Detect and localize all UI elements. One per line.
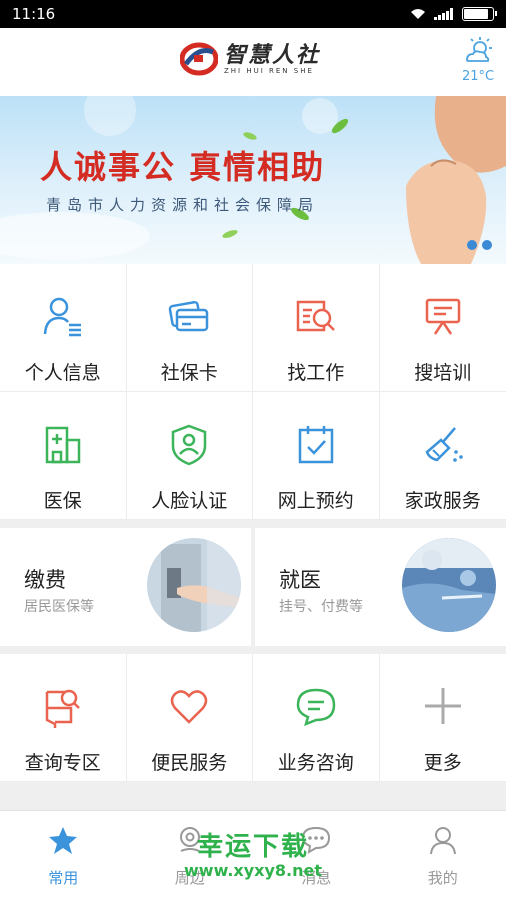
service-medical-insurance[interactable]: 医保 (0, 392, 127, 520)
status-time: 11:16 (12, 5, 56, 23)
bottom-tab-bar: 常用 周边 消息 我的 (0, 810, 506, 900)
service-label: 家政服务 (404, 490, 481, 512)
payment-photo (147, 538, 241, 632)
calendar-check-icon (298, 426, 333, 464)
sun-cloud-icon (466, 37, 492, 62)
tab-common[interactable]: 常用 (0, 811, 127, 900)
service-label: 便民服务 (151, 752, 228, 774)
service-find-job[interactable]: 找工作 (253, 264, 380, 392)
medical-insurance-icon (45, 426, 80, 464)
service-label: 查询专区 (24, 752, 101, 774)
tab-label: 消息 (301, 869, 332, 887)
service-grid-primary: 个人信息 社保卡 找工作 搜培训 医保 人脸认证 网上预约 家政服务 (0, 264, 506, 520)
training-icon (425, 298, 460, 335)
job-search-icon (296, 300, 335, 332)
card-icon (168, 300, 209, 332)
pagination-dot[interactable] (467, 240, 477, 250)
user-icon (429, 827, 456, 855)
service-online-booking[interactable]: 网上预约 (253, 392, 380, 520)
service-housekeeping[interactable]: 家政服务 (379, 392, 506, 520)
service-grid-secondary: 查询专区 便民服务 业务咨询 更多 (0, 654, 506, 782)
card-subtitle: 居民医保等 (24, 599, 94, 615)
card-subtitle: 挂号、付费等 (279, 599, 363, 615)
medical-photo (402, 538, 496, 632)
card-payment[interactable]: 缴费 居民医保等 (0, 528, 251, 646)
chat-icon (296, 688, 336, 727)
star-icon (49, 827, 78, 854)
service-social-card[interactable]: 社保卡 (126, 264, 253, 392)
service-training[interactable]: 搜培训 (379, 264, 506, 392)
service-face-auth[interactable]: 人脸认证 (126, 392, 253, 520)
card-title: 就医 (279, 568, 321, 592)
plus-icon (424, 688, 461, 724)
pagination-dot[interactable] (482, 240, 492, 250)
tab-messages[interactable]: 消息 (253, 811, 380, 900)
message-icon (302, 826, 331, 854)
logo-mark-icon (180, 42, 218, 76)
service-label: 医保 (43, 490, 82, 512)
signal-icon (434, 8, 453, 20)
person-info-icon (43, 297, 81, 337)
status-bar: 11:16 (0, 0, 506, 28)
app-header: 智慧人社 ZHI HUI REN SHE 21°C (0, 28, 506, 96)
face-auth-icon (172, 424, 207, 466)
promo-banner[interactable]: 人诚事公 真情相助 青岛市人力资源和社会保障局 (0, 96, 506, 264)
wifi-icon (411, 9, 425, 19)
service-label: 人脸认证 (151, 490, 228, 512)
weather-temperature: 21°C (461, 69, 495, 84)
card-medical[interactable]: 就医 挂号、付费等 (255, 528, 506, 646)
tab-nearby[interactable]: 周边 (127, 811, 254, 900)
service-label: 个人信息 (24, 362, 101, 384)
service-label: 社保卡 (160, 362, 218, 384)
tab-label: 我的 (427, 869, 458, 887)
app-logo: 智慧人社 ZHI HUI REN SHE (180, 42, 320, 76)
tab-label: 常用 (48, 869, 79, 887)
service-label: 更多 (423, 752, 462, 774)
service-label: 搜培训 (414, 362, 472, 384)
service-label: 找工作 (287, 362, 345, 384)
service-query-zone[interactable]: 查询专区 (0, 654, 127, 782)
feature-cards: 缴费 居民医保等 就医 挂号、付费等 (0, 528, 506, 646)
banner-pagination (467, 240, 492, 250)
service-personal-info[interactable]: 个人信息 (0, 264, 127, 392)
card-title: 缴费 (24, 568, 66, 592)
broom-icon (425, 427, 463, 462)
service-label: 业务咨询 (277, 752, 354, 774)
service-convenience[interactable]: 便民服务 (126, 654, 253, 782)
query-icon (45, 689, 80, 728)
battery-icon (462, 7, 497, 21)
service-consultation[interactable]: 业务咨询 (253, 654, 380, 782)
logo-subtitle: ZHI HUI REN SHE (224, 66, 314, 75)
banner-subtitle: 青岛市人力资源和社会保障局 (46, 196, 320, 214)
weather-widget[interactable]: 21°C (460, 36, 496, 84)
banner-title: 人诚事公 真情相助 (40, 148, 326, 186)
service-label: 网上预约 (277, 490, 354, 512)
hands-image (406, 96, 506, 264)
logo-title: 智慧人社 (224, 41, 321, 68)
tab-label: 周边 (174, 869, 205, 887)
tab-mine[interactable]: 我的 (380, 811, 506, 900)
service-more[interactable]: 更多 (379, 654, 506, 782)
heart-icon (171, 690, 208, 724)
location-icon (179, 827, 200, 852)
